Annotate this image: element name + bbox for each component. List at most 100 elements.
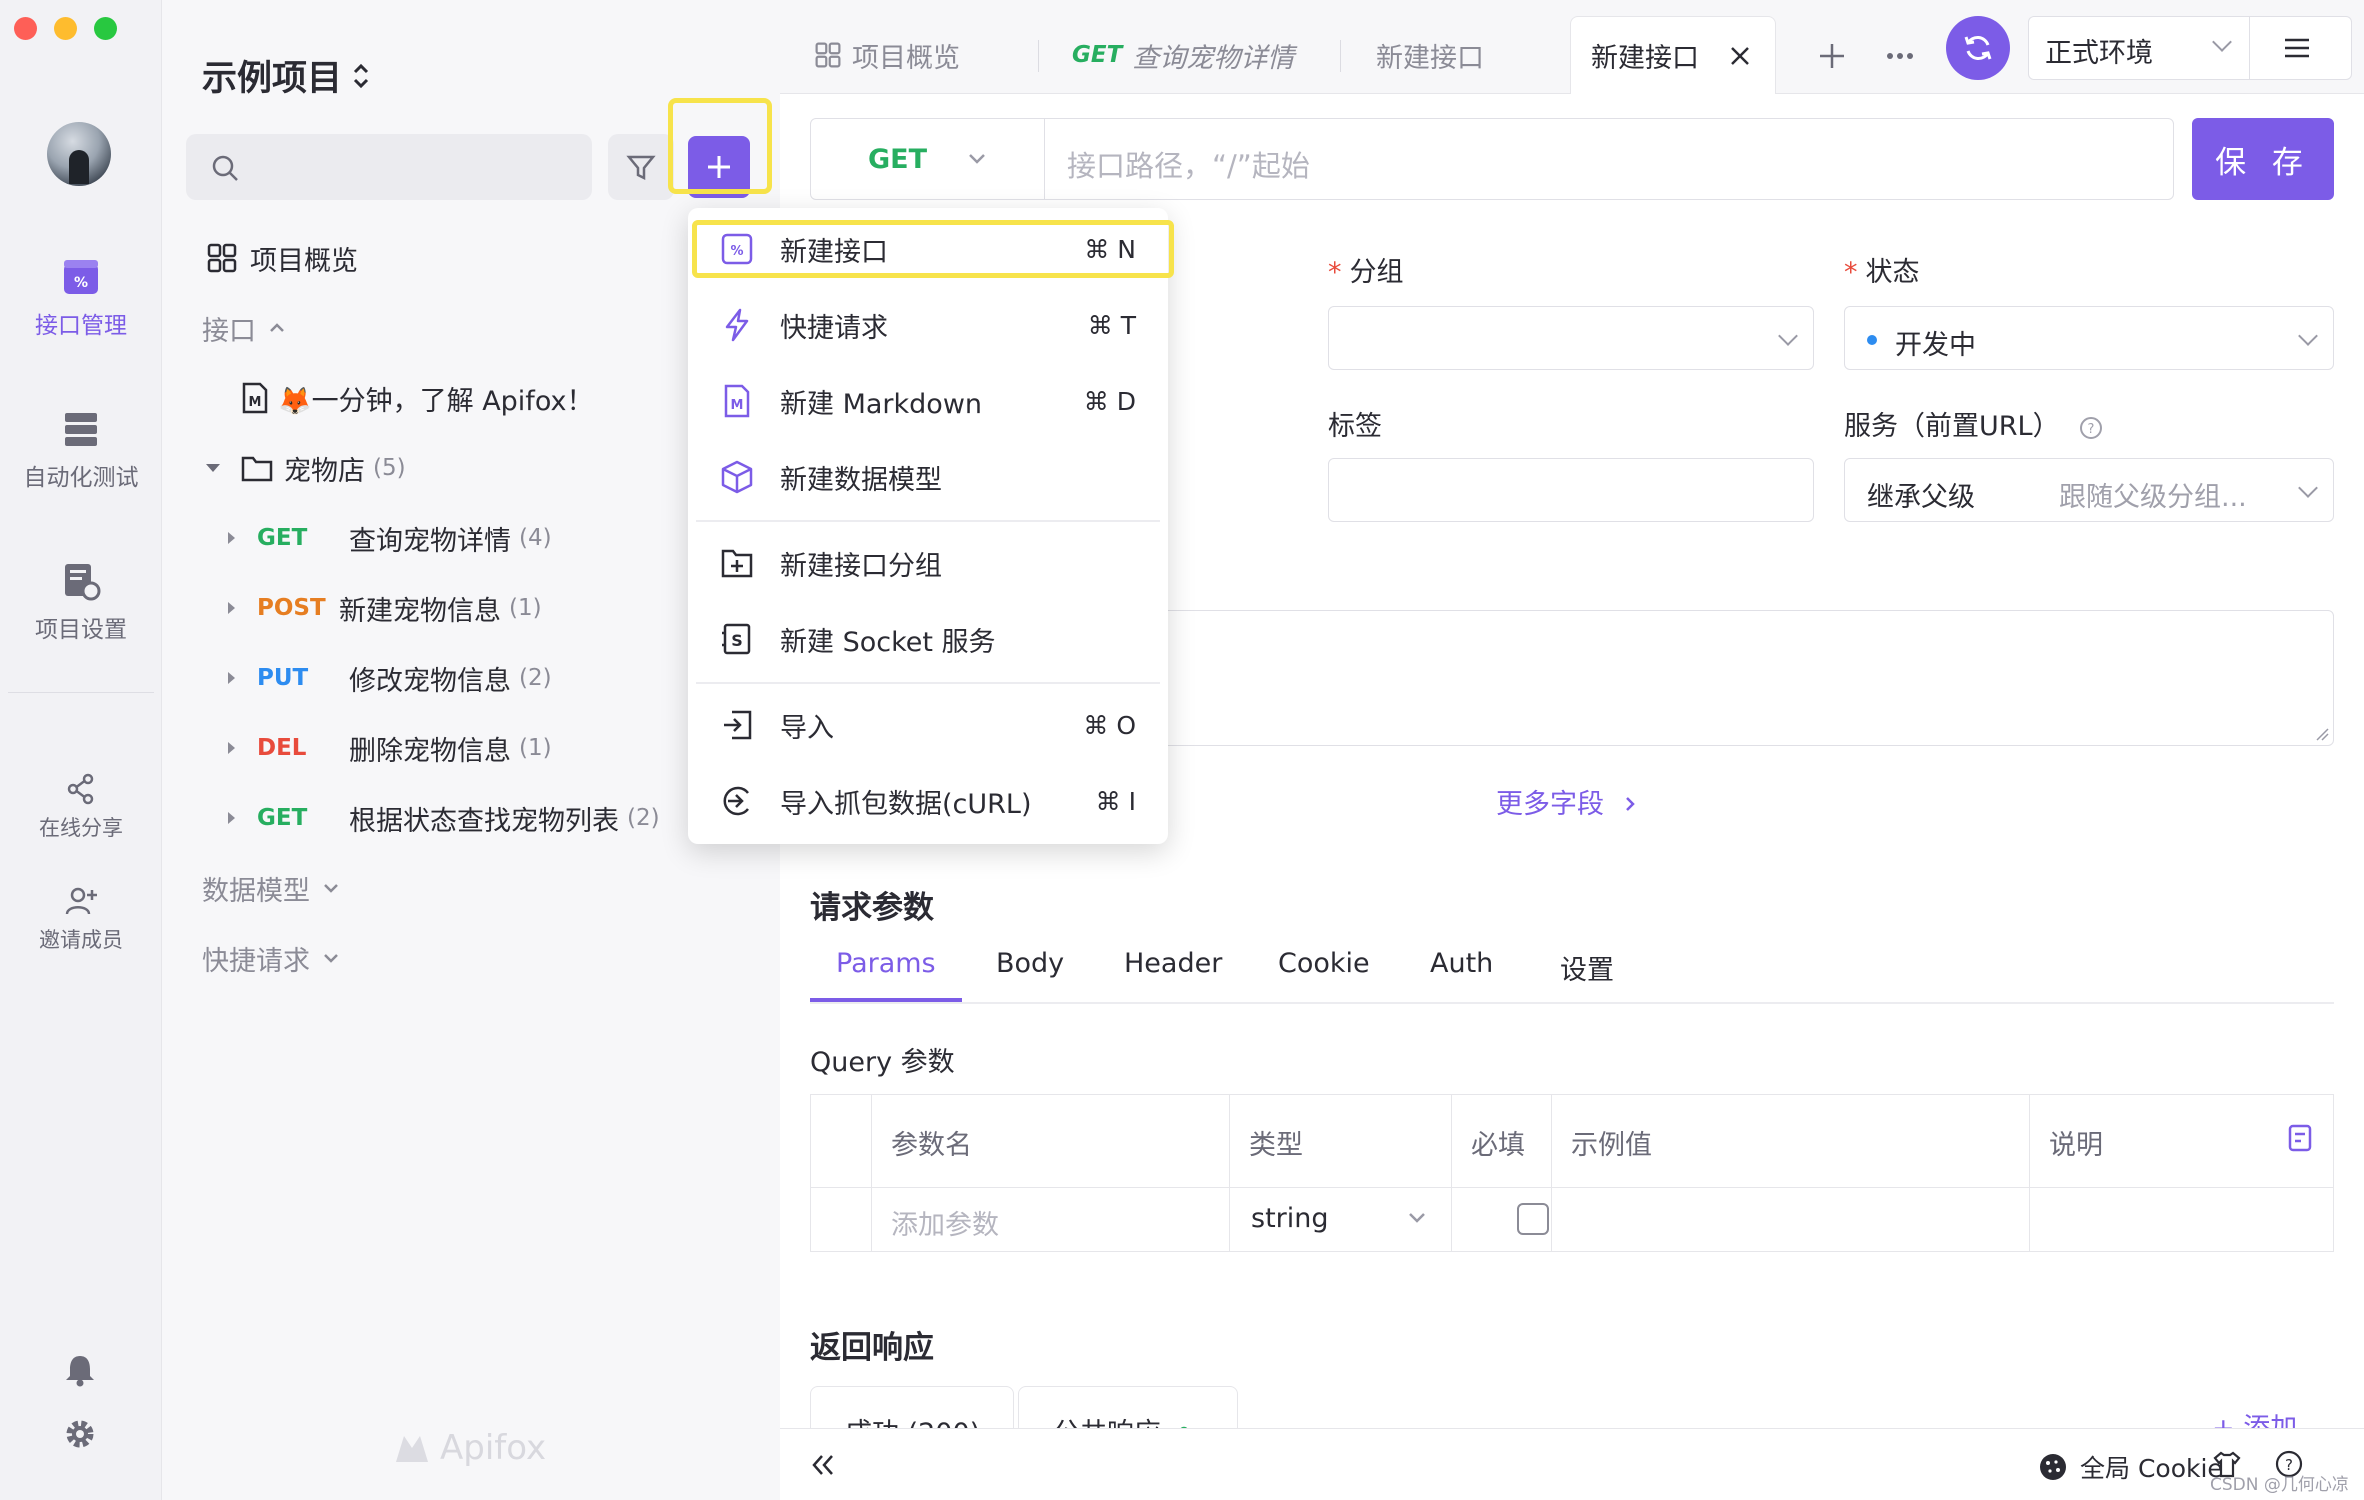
watermark: CSDN @几何心凉: [2210, 1475, 2349, 1495]
chevron-down-icon: [2212, 32, 2232, 52]
method-badge: GET: [257, 805, 308, 831]
menu-item-quick-request[interactable]: 快捷请求 ⌘ T: [688, 292, 1168, 358]
close-icon[interactable]: [1729, 45, 1751, 67]
method-badge: GET: [1072, 42, 1123, 68]
method-select[interactable]: GET: [811, 119, 1045, 199]
add-tab-icon[interactable]: [1818, 42, 1846, 70]
tab-new-api-active[interactable]: 新建接口: [1570, 16, 1776, 94]
svg-text:?: ?: [2088, 422, 2095, 437]
menu-item-new-group[interactable]: 新建接口分组: [688, 530, 1168, 596]
required-checkbox[interactable]: [1517, 1203, 1549, 1235]
section-quick-toggle[interactable]: 快捷请求: [202, 933, 340, 983]
service-label: 服务（前置URL） ?: [1844, 404, 2104, 443]
chevron-up-icon: [270, 323, 284, 332]
tab-cookie[interactable]: Cookie: [1278, 948, 1370, 979]
zoom-window-button[interactable]: [94, 17, 117, 40]
rail-item-invite[interactable]: 邀请成员: [0, 884, 162, 954]
tab-settings[interactable]: 设置: [1560, 948, 1614, 987]
avatar[interactable]: [47, 122, 111, 186]
help-icon[interactable]: ?: [2078, 415, 2104, 441]
share-icon: [67, 773, 94, 805]
menu-item-new-data-model[interactable]: 新建数据模型: [688, 444, 1168, 510]
automation-icon: [65, 413, 97, 446]
tab-new-api[interactable]: 新建接口: [1342, 16, 1542, 94]
tags-input[interactable]: [1328, 458, 1814, 522]
endpoint-name: 删除宠物信息: [349, 735, 511, 767]
rail-item-project-settings[interactable]: 项目设置: [0, 560, 162, 644]
column-header: 必填: [1471, 1130, 1525, 1161]
status-value: 开发中: [1895, 330, 1976, 361]
highlight-frame-add-button: [668, 98, 772, 194]
group-select[interactable]: [1328, 306, 1814, 370]
global-cookie-button[interactable]: 全局 Cookie: [2038, 1449, 2223, 1485]
sidebar-folder-petstore[interactable]: 宠物店 (5): [206, 443, 406, 493]
tab-label: 新建接口: [1376, 42, 1484, 74]
sidebar-endpoint[interactable]: PUT 修改宠物信息 (2): [228, 653, 552, 703]
service-select[interactable]: 继承父级 跟随父级分组...: [1844, 458, 2334, 522]
more-fields-link[interactable]: 更多字段: [1496, 782, 1637, 821]
table-divider: [811, 1187, 2333, 1188]
rail-item-share[interactable]: 在线分享: [0, 772, 162, 842]
tab-overview[interactable]: 项目概览: [780, 16, 1034, 94]
sidebar-item-label: 🦊一分钟，了解 Apifox！: [278, 385, 594, 417]
sidebar-item-intro-doc[interactable]: M 🦊一分钟，了解 Apifox！: [240, 373, 593, 423]
tab-auth[interactable]: Auth: [1430, 948, 1493, 979]
project-switcher[interactable]: 示例项目: [202, 50, 370, 101]
sidebar-endpoint[interactable]: DEL 删除宠物信息 (1): [228, 723, 552, 773]
sidebar-endpoint[interactable]: GET 根据状态查找宠物列表 (2): [228, 793, 660, 843]
tab-params[interactable]: Params: [836, 948, 936, 979]
column-header: 参数名: [891, 1130, 972, 1161]
svg-text:%: %: [74, 275, 88, 291]
menu-item-import[interactable]: 导入 ⌘ O: [688, 692, 1168, 758]
tab-get-pet-detail[interactable]: GET 查询宠物详情: [1038, 16, 1338, 94]
section-models-toggle[interactable]: 数据模型: [202, 863, 340, 913]
resize-handle-icon[interactable]: [2313, 725, 2329, 741]
rail-item-automation[interactable]: 自动化测试: [0, 408, 162, 492]
save-button[interactable]: 保 存: [2192, 118, 2334, 200]
rail-item-label: 接口管理: [35, 313, 127, 339]
minimize-window-button[interactable]: [54, 17, 77, 40]
menu-item-new-socket[interactable]: S 新建 Socket 服务: [688, 606, 1168, 672]
tab-body[interactable]: Body: [996, 948, 1064, 979]
bell-icon[interactable]: [62, 1352, 98, 1388]
sync-button[interactable]: [1946, 16, 2010, 80]
method-badge: GET: [257, 525, 308, 551]
collapse-left-icon[interactable]: [810, 1453, 836, 1477]
menu-item-new-markdown[interactable]: M 新建 Markdown ⌘ D: [688, 368, 1168, 434]
search-input[interactable]: [186, 134, 592, 200]
description-textarea[interactable]: [1160, 610, 2334, 746]
gear-icon[interactable]: [62, 1416, 98, 1452]
more-icon[interactable]: [1886, 50, 1914, 62]
bulk-edit-icon[interactable]: [2287, 1123, 2315, 1153]
sidebar-item-overview[interactable]: 项目概览: [206, 233, 358, 283]
tab-bar: 项目概览 GET 查询宠物详情 新建接口 新建接口 正式环境: [780, 0, 2364, 94]
highlight-frame-new-api: [692, 220, 1174, 278]
section-label: 接口: [202, 315, 256, 347]
rail-item-api-management[interactable]: % 接口管理: [0, 256, 162, 340]
menu-icon[interactable]: [2283, 37, 2311, 59]
param-name-input[interactable]: 添加参数: [891, 1203, 999, 1242]
menu-divider: [696, 520, 1160, 522]
sidebar-endpoint[interactable]: GET 查询宠物详情 (4): [228, 513, 552, 563]
table-divider: [1551, 1095, 1552, 1251]
param-type-select[interactable]: string: [1251, 1203, 1329, 1234]
rail-item-label: 自动化测试: [23, 465, 139, 491]
status-select[interactable]: 开发中: [1844, 306, 2334, 370]
filter-button[interactable]: [608, 134, 674, 200]
sidebar-endpoint[interactable]: POST 新建宠物信息 (1): [228, 583, 542, 633]
tab-header[interactable]: Header: [1124, 948, 1222, 979]
rail-item-label: 项目设置: [35, 617, 127, 643]
params-tabs: Params Body Header Cookie Auth 设置: [810, 948, 2334, 1004]
environment-select[interactable]: 正式环境: [2028, 16, 2352, 80]
menu-item-import-curl[interactable]: 导入抓包数据(cURL) ⌘ I: [688, 768, 1168, 834]
url-input[interactable]: 接口路径，“/”起始: [1067, 143, 1310, 185]
menu-divider: [696, 682, 1160, 684]
close-window-button[interactable]: [14, 17, 37, 40]
group-label: * 分组: [1328, 257, 1404, 288]
filter-icon: [626, 155, 656, 181]
environment-label: 正式环境: [2045, 38, 2153, 69]
status-bar: 全局 Cookie ?: [780, 1428, 2364, 1500]
caret-down-icon: [206, 464, 220, 472]
query-params-label: Query 参数: [810, 1047, 955, 1078]
section-api-toggle[interactable]: 接口: [202, 303, 286, 353]
